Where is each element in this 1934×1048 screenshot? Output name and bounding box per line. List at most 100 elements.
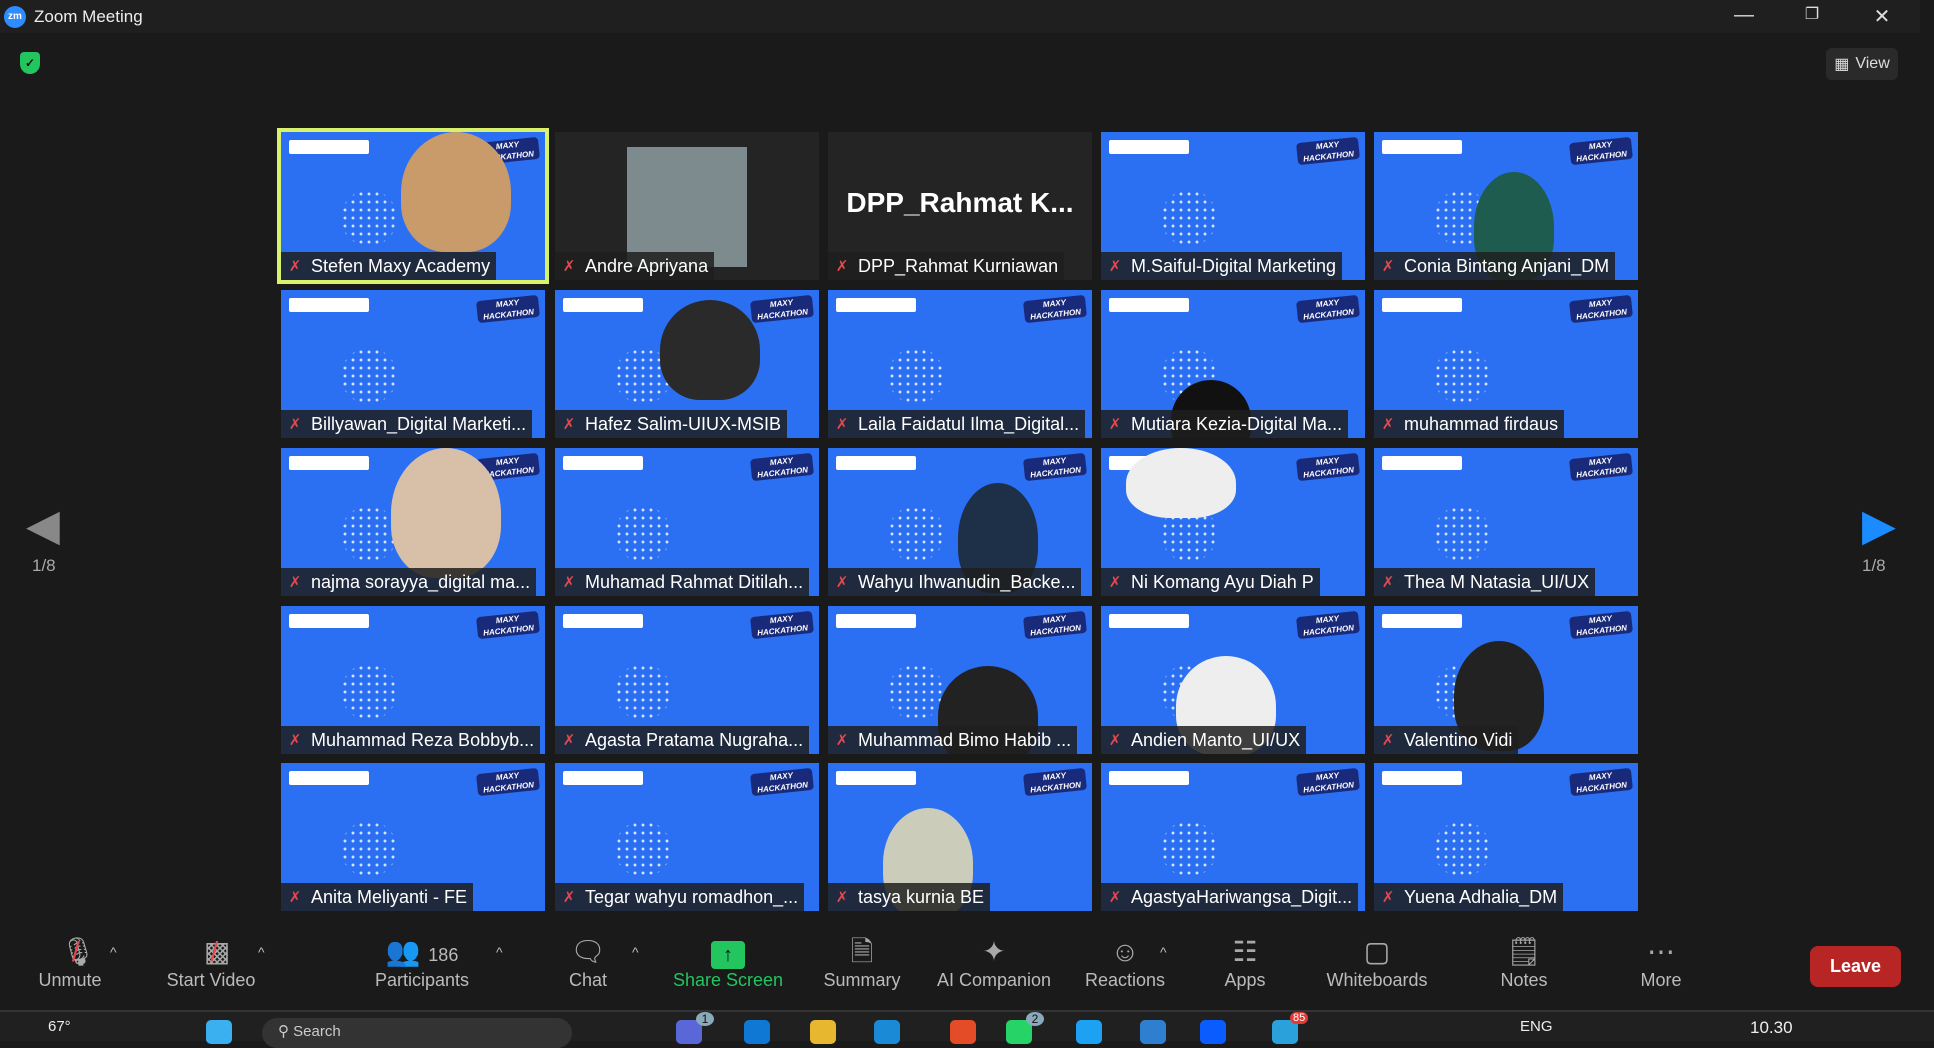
weather-widget[interactable]: 67° <box>48 1018 71 1035</box>
previous-page-arrow[interactable]: ◀ <box>26 500 60 551</box>
participant-tile[interactable]: MAXY HACKATHON ✗ Muhammad Reza Bobbyb... <box>281 606 545 754</box>
taskbar-search[interactable]: ⚲ Search <box>262 1018 572 1048</box>
mic-muted-icon: 🎙/ <box>60 936 96 967</box>
name-label: ✗ tasya kurnia BE <box>828 883 991 911</box>
participant-tile[interactable]: MAXY HACKATHON ✗ Billyawan_Digital Marketi… <box>281 290 545 438</box>
restore-button[interactable]: ❐ <box>1792 4 1832 24</box>
vscode-icon[interactable] <box>1140 1020 1166 1044</box>
participant-tile[interactable]: MAXY HACKATHON ✗ Muhammad Bimo Habib ... <box>828 606 1092 754</box>
sponsor-logos <box>289 140 369 154</box>
more-button[interactable]: ⋯ More <box>1636 934 1686 991</box>
cloud-app-icon[interactable] <box>1076 1020 1102 1044</box>
whiteboards-button[interactable]: ▢ Whiteboards <box>1322 934 1432 991</box>
name-label: ✗ Conia Bintang Anjani_DM <box>1374 252 1616 280</box>
ai-companion-button[interactable]: ✦ AI Companion <box>932 934 1056 991</box>
name-label: ✗ Laila Faidatul Ilma_Digital... <box>828 410 1086 438</box>
participant-tile[interactable]: MAXY HACKATHON ✗ Conia Bintang Anjani_DM <box>1374 132 1638 280</box>
zoom-taskbar-icon[interactable] <box>1200 1020 1226 1044</box>
hackathon-logo: MAXY HACKATHON <box>750 294 814 324</box>
participant-name: Stefen Maxy Academy <box>311 255 491 276</box>
whatsapp-badge: 2 <box>1026 1012 1044 1026</box>
mic-muted-icon: ✗ <box>1108 416 1122 433</box>
minimize-button[interactable]: — <box>1724 4 1764 27</box>
chat-options-caret[interactable]: ^ <box>632 944 639 960</box>
participant-tile[interactable]: ✗ Andre Apriyana <box>555 132 819 280</box>
encryption-shield-icon[interactable]: ✓ <box>20 52 40 74</box>
participant-tile[interactable]: MAXY HACKATHON ✗ Muhamad Rahmat Ditilah... <box>555 448 819 596</box>
apps-button[interactable]: ☷ Apps <box>1220 934 1270 991</box>
dot-pattern <box>1161 190 1217 246</box>
dot-pattern <box>1434 821 1490 877</box>
grid-icon: ▦ <box>1834 56 1850 73</box>
participant-tile[interactable]: MAXY HACKATHON ✗ M.Saiful-Digital Marketin… <box>1101 132 1365 280</box>
participant-tile[interactable]: MAXY HACKATHON ✗ Mutiara Kezia-Digital Ma.… <box>1101 290 1365 438</box>
participant-tile[interactable]: DPP_Rahmat K... ✗ DPP_Rahmat Kurniawan <box>828 132 1092 280</box>
participant-tile[interactable]: MAXY HACKATHON ✗ Anita Meliyanti - FE <box>281 763 545 911</box>
audio-options-caret[interactable]: ^ <box>110 944 117 960</box>
participant-name: Yuena Adhalia_DM <box>1404 886 1558 907</box>
participants-options-caret[interactable]: ^ <box>496 944 503 960</box>
hackathon-logo: MAXY HACKATHON <box>1023 452 1087 482</box>
mic-muted-icon: ✗ <box>288 258 302 275</box>
profile-photo <box>627 147 747 267</box>
share-screen-icon: ↑ <box>711 941 745 969</box>
participant-tile[interactable]: MAXY HACKATHON ✗ Stefen Maxy Academy <box>277 128 549 284</box>
name-label: ✗ Stefen Maxy Academy <box>281 252 497 280</box>
close-button[interactable]: ✕ <box>1862 4 1902 29</box>
apps-icon: ☷ <box>1232 936 1258 967</box>
share-screen-button[interactable]: ↑ Share Screen <box>672 934 784 991</box>
hackathon-logo: MAXY HACKATHON <box>1569 294 1633 324</box>
chrome-icon[interactable] <box>950 1020 976 1044</box>
participant-tile[interactable]: MAXY HACKATHON ✗ Laila Faidatul Ilma_Digit… <box>828 290 1092 438</box>
participant-tile[interactable]: MAXY HACKATHON ✗ muhammad firdaus <box>1374 290 1638 438</box>
participant-tile[interactable]: MAXY HACKATHON ✗ Ni Komang Ayu Diah P <box>1101 448 1365 596</box>
participant-name: Tegar wahyu romadhon_... <box>585 886 799 907</box>
sponsor-logos <box>563 456 643 470</box>
summary-button[interactable]: 🗎 Summary <box>820 934 904 991</box>
participant-tile[interactable]: MAXY HACKATHON ✗ Agasta Pratama Nugraha... <box>555 606 819 754</box>
participant-tile[interactable]: MAXY HACKATHON ✗ Andien Manto_UI/UX <box>1101 606 1365 754</box>
participant-tile[interactable]: MAXY HACKATHON ✗ Tegar wahyu romadhon_... <box>555 763 819 911</box>
name-label: ✗ muhammad firdaus <box>1374 410 1565 438</box>
participant-tile[interactable]: MAXY HACKATHON ✗ Valentino Vidi <box>1374 606 1638 754</box>
mic-muted-icon: ✗ <box>1108 889 1122 906</box>
leave-button[interactable]: Leave <box>1810 946 1901 987</box>
teams-badge: 1 <box>696 1012 714 1026</box>
participant-video <box>660 300 760 400</box>
share-screen-label: Share Screen <box>672 970 784 990</box>
participant-tile[interactable]: MAXY HACKATHON ✗ tasya kurnia BE <box>828 763 1092 911</box>
participant-tile[interactable]: MAXY HACKATHON ✗ Hafez Salim-UIUX-MSIB <box>555 290 819 438</box>
sponsor-logos <box>289 298 369 312</box>
notes-button[interactable]: 🗒 Notes <box>1496 934 1552 991</box>
start-video-button[interactable]: ▩/ Start Video <box>156 934 266 991</box>
participant-tile[interactable]: MAXY HACKATHON ✗ Yuena Adhalia_DM <box>1374 763 1638 911</box>
edge-icon[interactable] <box>874 1020 900 1044</box>
reactions-button[interactable]: ☺ Reactions <box>1082 934 1168 991</box>
page-indicator-right: 1/8 <box>1862 556 1886 575</box>
unmute-button[interactable]: 🎙/ Unmute <box>30 934 110 991</box>
sponsor-logos <box>1109 298 1189 312</box>
windows-start-icon[interactable] <box>206 1020 232 1044</box>
language-indicator[interactable]: ENG <box>1520 1018 1553 1035</box>
participants-button[interactable]: 👥 186 Participants <box>372 934 472 991</box>
file-explorer-icon[interactable] <box>810 1020 836 1044</box>
clock-time[interactable]: 10.30 <box>1750 1018 1793 1038</box>
sponsor-logos <box>1382 298 1462 312</box>
next-page-arrow[interactable]: ▶ <box>1862 500 1896 551</box>
participant-tile[interactable]: MAXY HACKATHON ✗ najma sorayya_digital ma.… <box>281 448 545 596</box>
video-options-caret[interactable]: ^ <box>258 944 265 960</box>
participant-name: Andien Manto_UI/UX <box>1131 729 1301 750</box>
participant-tile[interactable]: MAXY HACKATHON ✗ Wahyu Ihwanudin_Backe... <box>828 448 1092 596</box>
participant-tile[interactable]: MAXY HACKATHON ✗ AgastyaHariwangsa_Digit..… <box>1101 763 1365 911</box>
view-button[interactable]: ▦ View <box>1826 48 1898 80</box>
participant-name: DPP_Rahmat Kurniawan <box>858 255 1059 276</box>
hackathon-logo: MAXY HACKATHON <box>1296 767 1360 797</box>
participant-tile[interactable]: MAXY HACKATHON ✗ Thea M Natasia_UI/UX <box>1374 448 1638 596</box>
dot-pattern <box>888 664 944 720</box>
chat-button[interactable]: 🗨 Chat <box>560 934 616 991</box>
store-icon[interactable] <box>744 1020 770 1044</box>
mic-muted-icon: ✗ <box>1381 889 1395 906</box>
participant-name: tasya kurnia BE <box>858 886 985 907</box>
reactions-options-caret[interactable]: ^ <box>1160 944 1167 960</box>
video-off-icon: ▩/ <box>203 936 231 967</box>
